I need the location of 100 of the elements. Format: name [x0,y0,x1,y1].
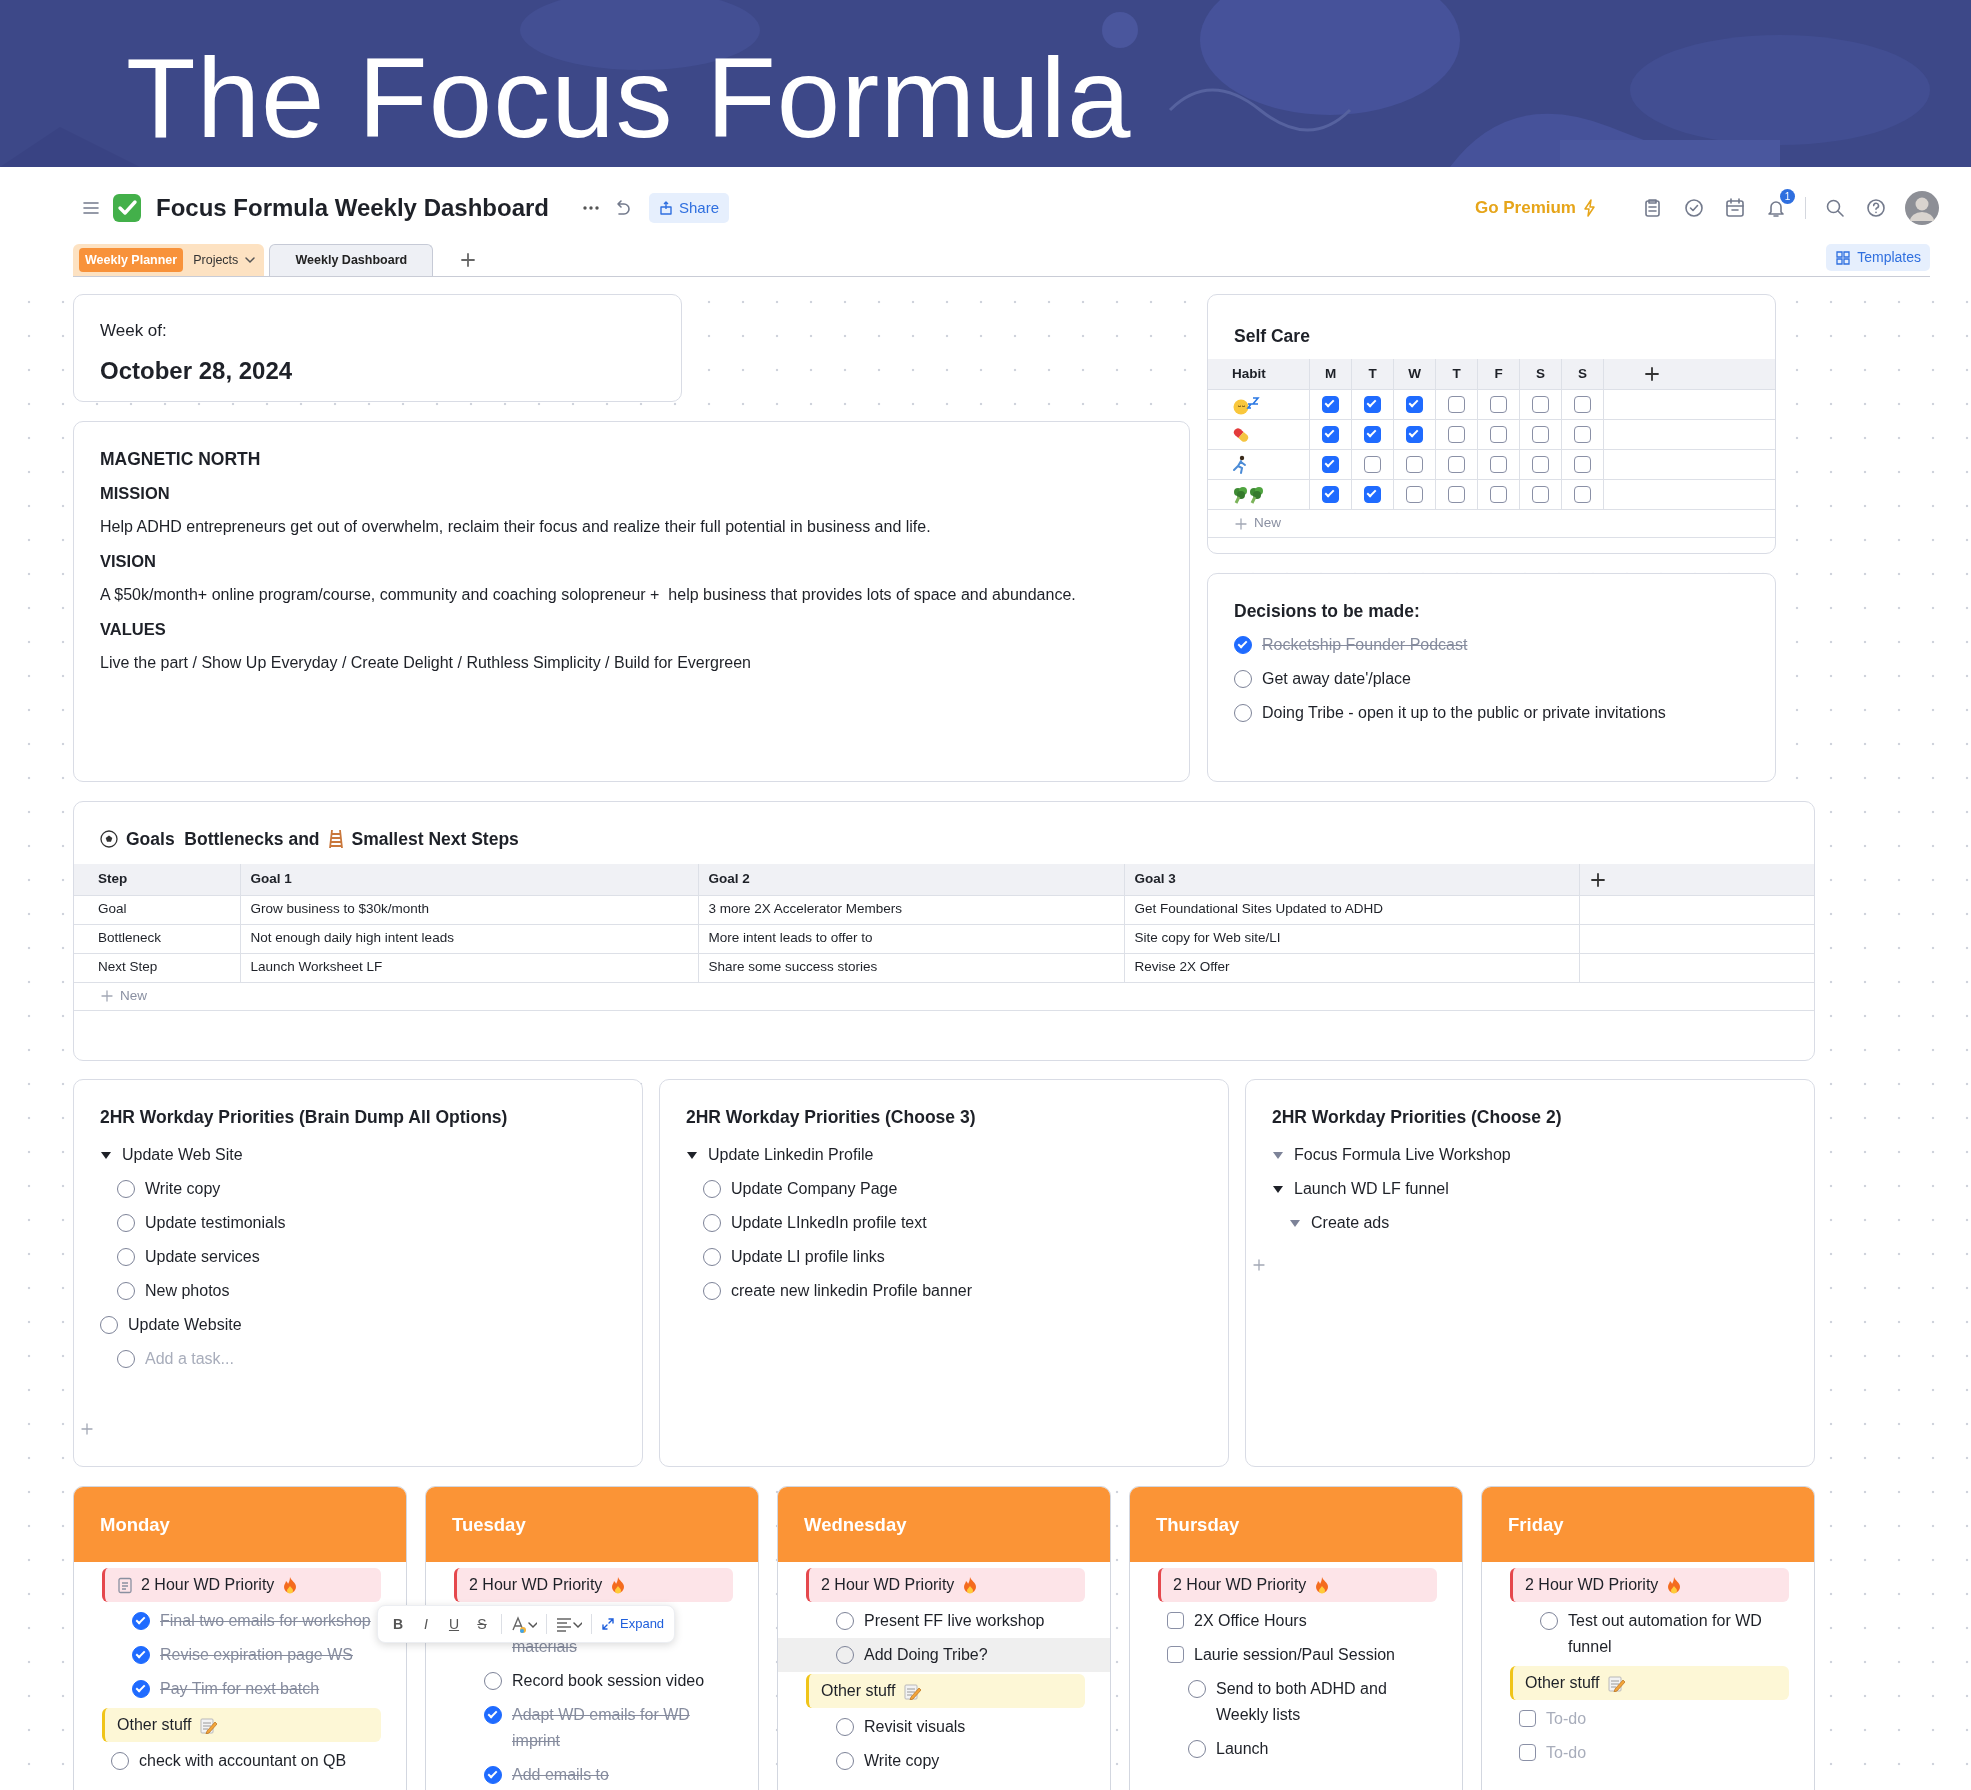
table-cell: Site copy for Web site/LI [1124,924,1579,953]
table-cell: Next Step [74,953,240,982]
page-tab[interactable]: Weekly Dashboard [269,244,434,276]
section-title: 2 Hour WD Priority [141,1575,275,1595]
strikethrough-button[interactable]: S [470,1613,494,1635]
habit-checkbox[interactable] [1532,486,1549,503]
habit-checkbox[interactable] [1406,426,1423,443]
habit-checkbox[interactable] [1532,426,1549,443]
habit-checkbox[interactable] [1574,396,1591,413]
habit-checkbox[interactable] [1322,456,1339,473]
add-column-icon[interactable] [1644,366,1660,382]
toggle-icon[interactable] [1289,1219,1301,1229]
tab-group[interactable]: Weekly Planner Projects [73,244,265,276]
planner-tab[interactable]: Weekly Planner [79,247,184,273]
habit-checkbox[interactable] [1490,486,1507,503]
toggle-icon[interactable] [686,1151,698,1161]
habit-checkbox[interactable] [1364,396,1381,413]
task-text: Update LI profile links [731,1247,885,1267]
help-icon [1866,198,1886,218]
task-text: 2X Office Hours [1194,1611,1307,1631]
new-row-button[interactable]: New [120,985,147,1007]
habit-checkbox[interactable] [1448,486,1465,503]
notification-count: 1 [1780,189,1795,204]
task-checkbox[interactable] [1234,636,1252,654]
habit-checkbox[interactable] [1574,456,1591,473]
todo-placeholder[interactable]: To-do [1546,1740,1587,1766]
caret-icon [572,1619,582,1629]
column-header: W [1408,364,1421,383]
habit-checkbox[interactable] [1490,456,1507,473]
habit-checkbox[interactable] [1574,426,1591,443]
table-cell: 3 more 2X Accelerator Members [698,895,1124,924]
task-checkbox[interactable] [132,1612,150,1630]
runner-icon [1232,454,1248,475]
habit-checkbox[interactable] [1406,456,1423,473]
habit-checkbox[interactable] [1448,426,1465,443]
add-task-placeholder[interactable]: Add a task... [145,1346,234,1372]
card-title: Decisions to be made: [1234,600,1421,623]
add-block-icon[interactable] [1252,1258,1266,1272]
underline-button[interactable]: U [442,1613,466,1635]
card-title: MAGNETIC NORTH [100,448,262,471]
day-header: Thursday [1130,1487,1462,1562]
expand-button[interactable]: Expand [599,1614,667,1634]
task-checkbox[interactable] [132,1646,150,1664]
section-title: 2 Hour WD Priority [1525,1575,1659,1595]
projects-dropdown[interactable]: Projects [193,250,257,270]
bold-button[interactable]: B [386,1613,410,1635]
todo-checkbox[interactable] [1167,1646,1184,1663]
plus-icon [100,989,114,1003]
help-button[interactable] [1864,196,1888,220]
habit-checkbox[interactable] [1448,456,1465,473]
habit-checkbox[interactable] [1322,426,1339,443]
toggle-icon[interactable] [1272,1151,1284,1161]
task-text: Update testimonials [145,1213,286,1233]
habit-checkbox[interactable] [1364,486,1381,503]
task-checkbox[interactable] [132,1680,150,1698]
toggle-text: Update Web Site [122,1145,243,1165]
todo-checkbox[interactable] [1519,1710,1536,1727]
todo-checkbox[interactable] [1167,1612,1184,1629]
task-checkbox[interactable] [484,1766,502,1784]
habit-checkbox[interactable] [1406,396,1423,413]
share-button[interactable]: Share [649,192,730,224]
templates-button[interactable]: Templates [1826,244,1930,271]
column-header: Goal 1 [240,864,698,895]
toggle-icon[interactable] [1272,1185,1284,1195]
habit-checkbox[interactable] [1490,396,1507,413]
avatar[interactable] [1905,191,1939,225]
habit-checkbox[interactable] [1406,486,1423,503]
habit-checkbox[interactable] [1364,456,1381,473]
habit-checkbox[interactable] [1532,456,1549,473]
new-row-button[interactable]: New [1254,513,1281,534]
habit-checkbox[interactable] [1574,486,1591,503]
habit-checkbox[interactable] [1364,426,1381,443]
habit-checkbox[interactable] [1490,426,1507,443]
table-cell: Bottleneck [74,924,240,953]
more-button[interactable] [581,204,601,212]
habit-checkbox[interactable] [1322,486,1339,503]
task-checkbox[interactable] [484,1706,502,1724]
section-title: Other stuff [821,1681,896,1701]
section-title: Other stuff [1525,1673,1600,1693]
toggle-icon[interactable] [100,1151,112,1161]
fire-icon [1666,1576,1683,1594]
todo-checkbox[interactable] [1519,1744,1536,1761]
check-circle-button[interactable] [1682,196,1706,220]
premium-button[interactable]: Go Premium [1468,194,1602,222]
week-date: October 28, 2024 [100,356,294,386]
column-header: S [1578,364,1587,383]
expand-icon [601,1617,615,1631]
todo-placeholder[interactable]: To-do [1546,1706,1587,1732]
ladder-icon [327,829,344,849]
task-text: Revisit visuals [864,1717,966,1737]
add-column-icon[interactable] [1589,871,1606,888]
habit-checkbox[interactable] [1322,396,1339,413]
add-block-icon[interactable] [80,1422,94,1436]
italic-button[interactable]: I [414,1613,438,1635]
task-text: Laurie session/Paul Session [1194,1645,1395,1665]
calendar-button[interactable] [1723,196,1747,220]
task-text: Test out automation for WD funnel [1568,1611,1763,1657]
habit-checkbox[interactable] [1532,396,1549,413]
habit-checkbox[interactable] [1448,396,1465,413]
check-mark-icon [112,193,142,223]
